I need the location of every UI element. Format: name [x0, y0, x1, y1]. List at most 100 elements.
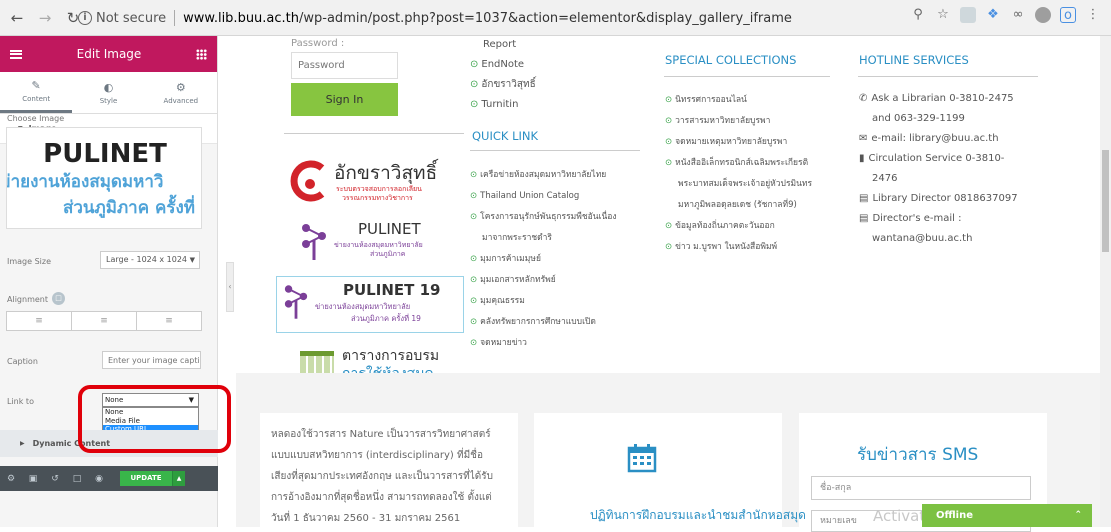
- pulinet19-title: PULINET 19: [343, 281, 441, 299]
- responsive-icon[interactable]: □: [66, 474, 88, 484]
- hotline-item[interactable]: ✆ Ask a Librarian 0-3810-2475: [859, 93, 1014, 104]
- back-icon[interactable]: ←: [6, 7, 28, 29]
- calendar-icon: [627, 444, 657, 473]
- divider: [284, 133, 464, 134]
- special-link-item[interactable]: ⊙ นิทรรศการออนไลน์: [665, 94, 747, 107]
- signin-button[interactable]: Sign In: [291, 83, 398, 116]
- tab-label: Content: [22, 95, 51, 103]
- zoom-icon[interactable]: ⚲: [910, 7, 926, 23]
- scrollbar[interactable]: [1100, 36, 1111, 527]
- special-link-item[interactable]: ⊙ ข่าว ม.บูรพา ในหนังสือพิมพ์: [665, 241, 777, 254]
- half-circle-icon: ◐: [103, 80, 114, 94]
- responsive-monitor-icon[interactable]: □: [52, 292, 65, 305]
- pulinet19-logo-icon: [284, 285, 308, 319]
- divider: [858, 76, 1038, 77]
- quick-link-item[interactable]: ⊙ คลังทรัพยากรการศึกษาแบบเปิด: [470, 316, 596, 329]
- partner-logos: อักขราวิสุทธิ์ ระบบตรวจสอบการลอกเลียน วร…: [276, 136, 464, 394]
- tab-style[interactable]: ◐ Style: [72, 72, 144, 113]
- link-endnote[interactable]: ⊙ EndNote: [470, 58, 524, 71]
- widgets-grid-icon[interactable]: [195, 48, 207, 60]
- align-center-button[interactable]: ≡: [72, 312, 137, 330]
- navigator-icon[interactable]: ▣: [22, 474, 44, 484]
- quick-link-item[interactable]: ⊙ มุมการค้าเมมุษย์: [470, 253, 541, 266]
- quick-link-item[interactable]: มาจากพระราชดำริ: [482, 232, 552, 245]
- extension-icon[interactable]: ∞: [1010, 7, 1026, 23]
- link-report[interactable]: Report: [483, 38, 516, 51]
- caption-input[interactable]: [102, 351, 201, 369]
- sms-title: รับข่าวสาร SMS: [857, 445, 979, 465]
- panel-footer: ⚙ ▣ ↺ □ ◉ UPDATE ▲: [0, 466, 218, 491]
- aksara-sub2: วรรณกรรมทางวิชาการ: [342, 194, 413, 202]
- pencil-icon: ✎: [31, 79, 41, 92]
- update-button[interactable]: UPDATE: [120, 471, 172, 486]
- tab-label: Style: [99, 96, 118, 105]
- quick-link-item[interactable]: ⊙ โครงการอนุรักษ์พันธุกรรมพืชอันเนื่อง: [470, 211, 617, 224]
- link-turnitin[interactable]: ⊙ Turnitin: [470, 98, 518, 111]
- special-link-item[interactable]: พระบาทสมเด็จพระเจ้าอยู่หัวปรมินทร: [678, 178, 812, 191]
- choose-image-label: Choose Image: [7, 114, 65, 123]
- image-size-select[interactable]: Large - 1024 x 1024 ▼: [100, 251, 200, 269]
- scrollbar-thumb[interactable]: [1102, 150, 1109, 252]
- extension-icon[interactable]: [1035, 7, 1051, 23]
- sms-name-input[interactable]: ชื่อ-สกุล: [811, 476, 1031, 500]
- divider: [470, 150, 640, 151]
- special-link-item[interactable]: มหาภูมิพลอดุลยเดช (รัชกาลที่9): [678, 199, 797, 212]
- aksara-logo-icon: [290, 160, 325, 202]
- pulinet-logo-icon: [302, 224, 326, 260]
- tab-content[interactable]: ✎ Content: [0, 72, 73, 113]
- link-aksara[interactable]: ⊙ อักขราวิสุทธิ์: [470, 78, 536, 91]
- chevron-up-icon: ⌃: [1074, 510, 1082, 520]
- menu-icon[interactable]: ⋮: [1085, 7, 1101, 23]
- hotline-item[interactable]: ▤ Library Director 0818637097: [859, 193, 1018, 204]
- security-label: Not secure: [96, 10, 167, 26]
- history-icon[interactable]: ↺: [44, 474, 66, 484]
- settings-icon[interactable]: ⚙: [0, 474, 22, 484]
- bullet-icon: ⊙: [470, 99, 479, 110]
- extension-icon[interactable]: o: [1060, 7, 1076, 23]
- special-link-item[interactable]: ⊙ หนังสืออิเล็กทรอนิกส์เฉลิมพระเกียรติ: [665, 157, 808, 170]
- hamburger-menu-icon[interactable]: [10, 49, 22, 59]
- password-input[interactable]: Password: [291, 52, 398, 79]
- hotline-item[interactable]: ▤ Director's e-mail :: [859, 213, 962, 224]
- panel-tabs: ✎ Content ◐ Style ⚙ Advanced: [0, 72, 217, 114]
- divider: [664, 76, 830, 77]
- bullet-icon: ⊙: [470, 59, 479, 70]
- quick-link-item[interactable]: ⊙ Thailand Union Catalog: [470, 190, 579, 203]
- chat-widget[interactable]: Offline ⌃: [922, 504, 1092, 527]
- align-right-button[interactable]: ≡: [137, 312, 201, 330]
- image-preview[interactable]: PULINET ข่ายงานห้องสมุดมหาวิ ส่วนภูมิภาค…: [6, 127, 202, 229]
- hotline-item[interactable]: ▮ Circulation Service 0-3810-: [859, 153, 1004, 164]
- quick-link-item[interactable]: ⊙ มุมเอกสารหลักทรัพย์: [470, 274, 556, 287]
- info-icon[interactable]: i: [78, 11, 92, 25]
- news-text: หลดองใช้วารสาร Nature เป็นวารสารวิทยาศาส…: [271, 429, 494, 524]
- pulinet19-sub1: ข่ายงานห้องสมุดมหาวิทยาลัย: [315, 302, 411, 311]
- calendar-card-title[interactable]: ปฏิทินการฝึกอบรมและนำชมสำนักหอสมุด: [590, 506, 806, 525]
- pulinet19-logo[interactable]: PULINET 19 ข่ายงานห้องสมุดมหาวิทยาลัย ส่…: [276, 276, 464, 333]
- star-icon[interactable]: ☆: [935, 7, 951, 23]
- forward-icon[interactable]: →: [34, 7, 56, 29]
- preview-eye-icon[interactable]: ◉: [88, 474, 110, 484]
- collapse-panel-handle[interactable]: ‹: [226, 262, 234, 312]
- pulinet-title: PULINET: [358, 220, 421, 238]
- caret-right-icon: ▶: [20, 440, 25, 447]
- quick-link-item[interactable]: ⊙ มุมคุณธรรม: [470, 295, 525, 308]
- aksara-logo[interactable]: อักขราวิสุทธิ์ ระบบตรวจสอบการลอกเลียน วร…: [276, 154, 464, 209]
- align-left-button[interactable]: ≡: [7, 312, 72, 330]
- panel-title: Edit Image: [76, 47, 142, 61]
- quick-link-item[interactable]: ⊙ จดหมายข่าว: [470, 337, 527, 350]
- pulinet-logo[interactable]: PULINET ข่ายงานห้องสมุดมหาวิทยาลัย ส่วนภ…: [276, 214, 464, 274]
- special-link-item[interactable]: ⊙ จดหมายเหตุมหาวิทยาลัยบูรพา: [665, 136, 787, 149]
- special-link-item[interactable]: ⊙ ข้อมูลท้องถิ่นภาคตะวันออก: [665, 220, 775, 233]
- gear-icon: ⚙: [175, 80, 186, 94]
- quick-link-item[interactable]: ⊙ เครือข่ายห้องสมุดมหาวิทยาลัยไทย: [470, 169, 606, 182]
- url-text[interactable]: www.lib.buu.ac.th/wp-admin/post.php?post…: [183, 11, 792, 26]
- annotation-highlight: [78, 385, 231, 453]
- tab-advanced[interactable]: ⚙ Advanced: [145, 72, 217, 113]
- special-link-item[interactable]: ⊙ วารสารมหาวิทยาลัยบูรพา: [665, 115, 770, 128]
- pulinet-sub2: ส่วนภูมิภาค: [370, 250, 406, 258]
- hotline-title: HOTLINE SERVICES: [859, 53, 969, 67]
- extension-icon[interactable]: [960, 7, 976, 23]
- hotline-item[interactable]: ✉ e-mail: library@buu.ac.th: [859, 133, 999, 144]
- update-options-icon[interactable]: ▲: [172, 471, 185, 486]
- extension-icon[interactable]: ❖: [985, 7, 1001, 23]
